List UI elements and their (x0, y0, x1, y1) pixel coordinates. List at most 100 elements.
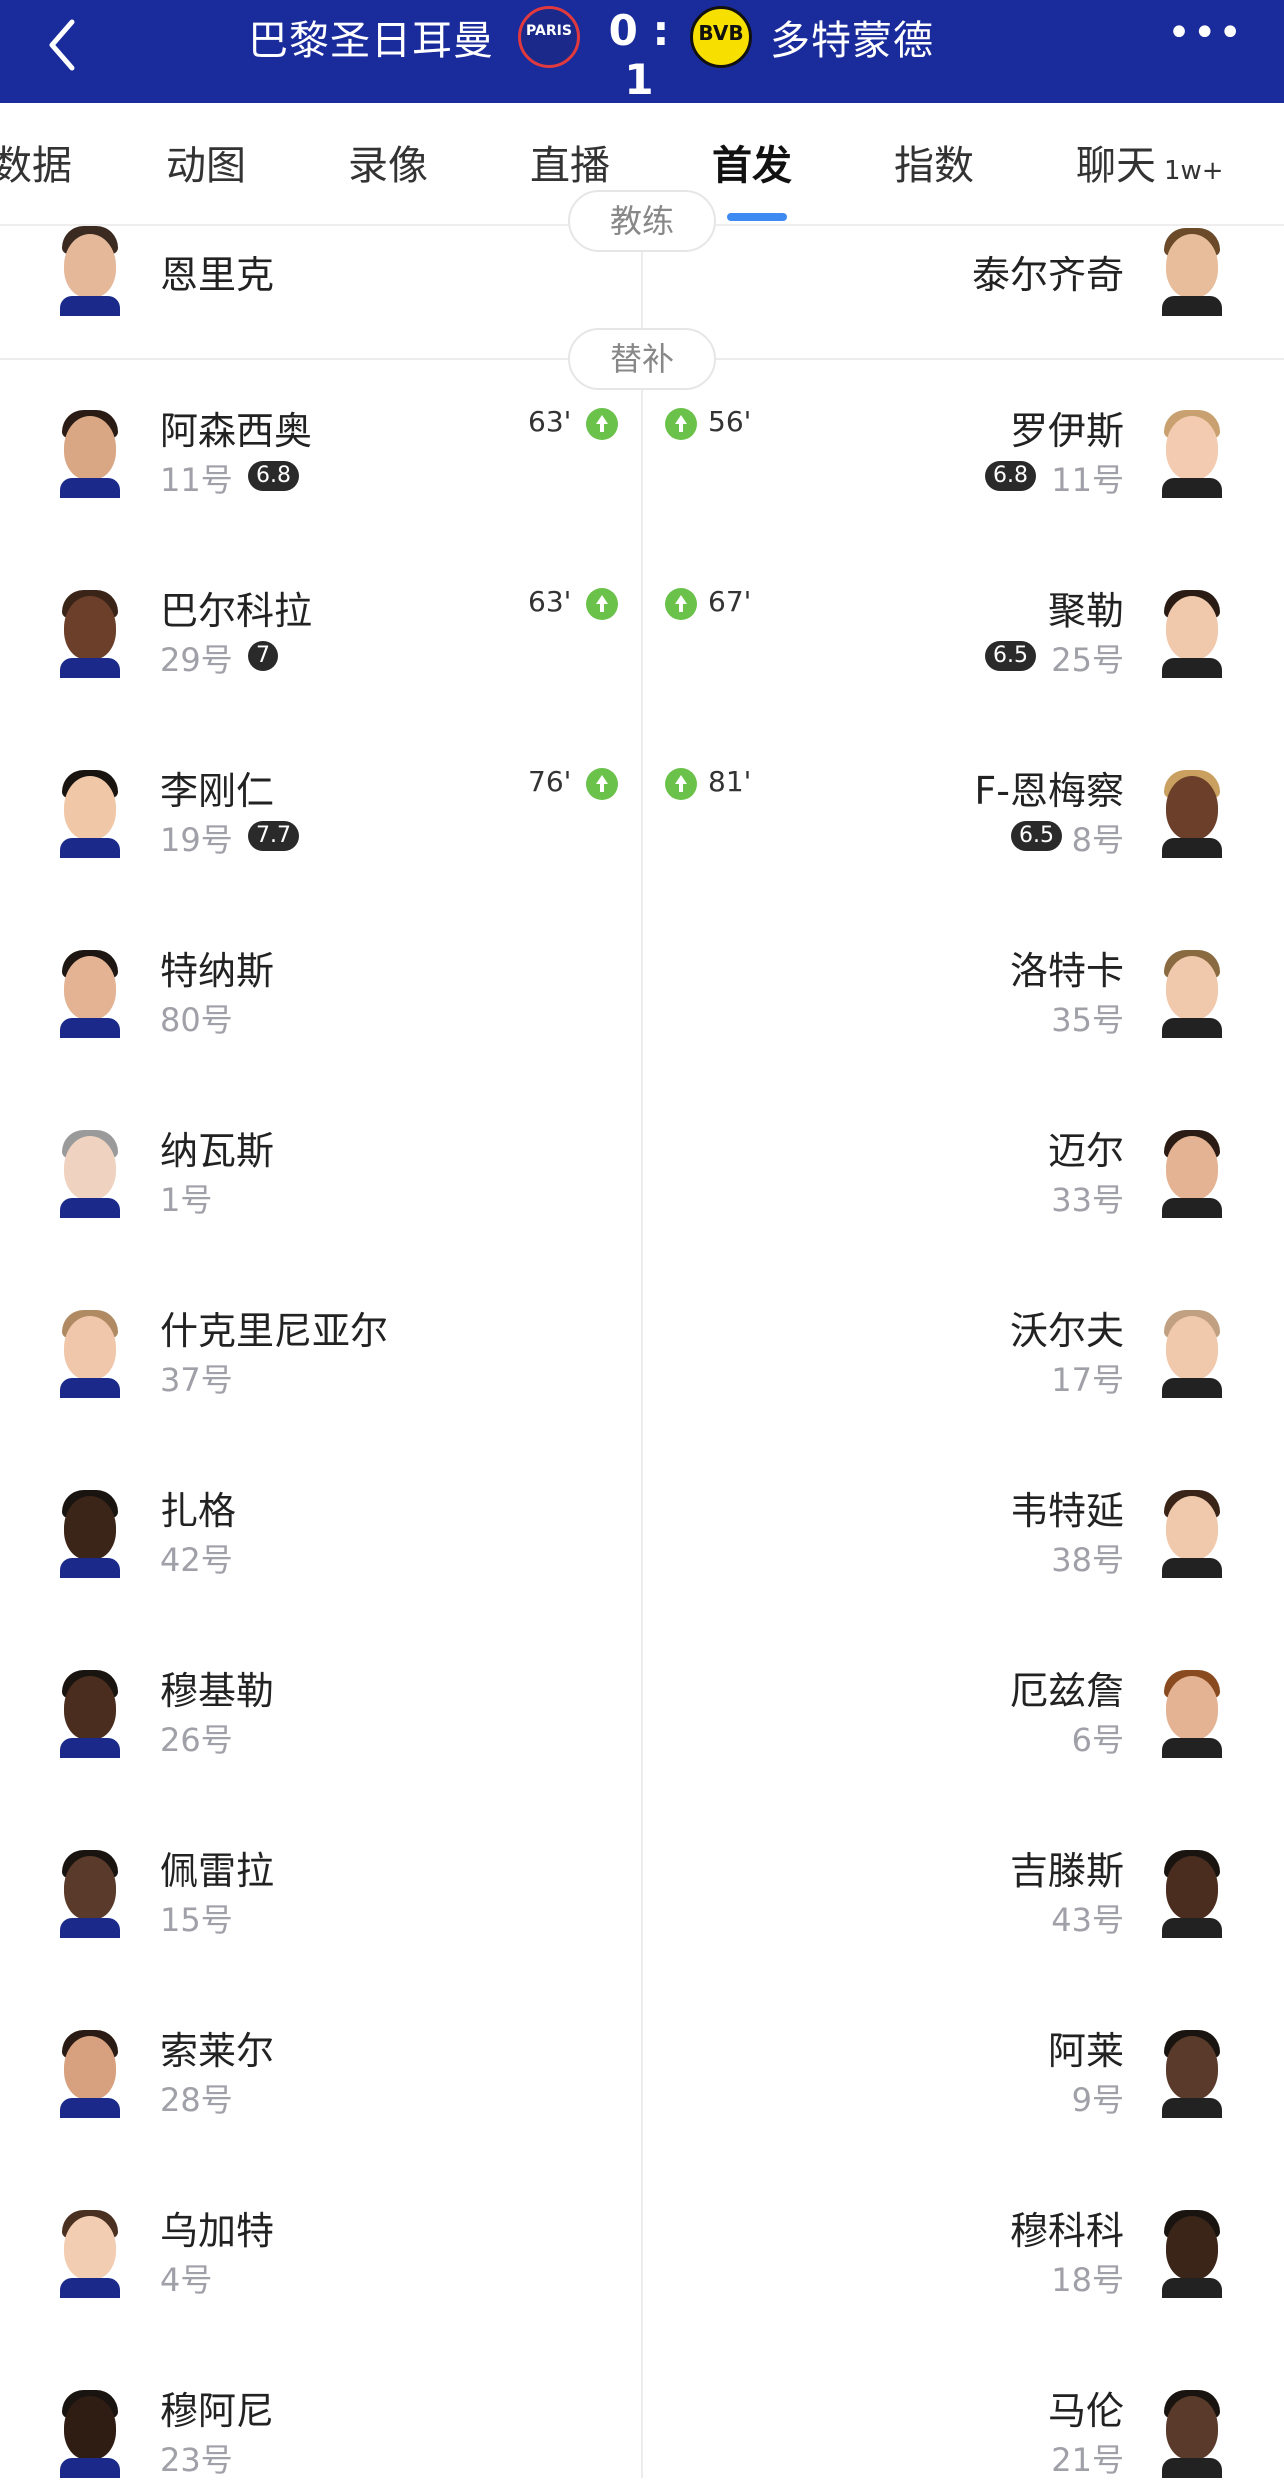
home-sub-number: 11号 (160, 461, 233, 499)
subs-section-label: 替补 (568, 328, 716, 390)
home-sub-name[interactable]: 穆基勒 (160, 1660, 274, 1715)
chat-count-badge: 1w+ (1164, 156, 1224, 186)
away-sub-name[interactable]: 马伦 (1048, 2380, 1124, 2435)
tab-live[interactable]: 直播 (530, 133, 610, 191)
home-sub-avatar[interactable] (58, 948, 122, 1038)
home-sub-name[interactable]: 巴尔科拉 (160, 580, 312, 635)
home-sub-name[interactable]: 索莱尔 (160, 2020, 274, 2075)
away-sub-number: 33号 (1051, 1181, 1124, 1219)
home-sub-name[interactable]: 穆阿尼 (160, 2380, 274, 2435)
away-sub-name[interactable]: 厄兹詹 (1010, 1660, 1124, 1715)
tab-gifs[interactable]: 动图 (166, 133, 246, 191)
sub-on-icon (665, 408, 697, 440)
away-sub-avatar[interactable] (1160, 588, 1224, 678)
home-sub-minute: 63' (528, 405, 572, 438)
away-sub-avatar[interactable] (1160, 1488, 1224, 1578)
away-sub-name[interactable]: 洛特卡 (1010, 940, 1124, 995)
away-sub-avatar[interactable] (1160, 1668, 1224, 1758)
home-sub-avatar[interactable] (58, 1668, 122, 1758)
sub-on-icon (586, 408, 618, 440)
home-team-crest-icon[interactable]: PARIS (518, 6, 580, 68)
away-sub-rating-badge: 6.8 (985, 461, 1036, 491)
home-sub-name[interactable]: 纳瓦斯 (160, 1120, 274, 1175)
home-sub-name[interactable]: 扎格 (160, 1480, 236, 1535)
home-sub-avatar[interactable] (58, 1488, 122, 1578)
home-sub-name[interactable]: 李刚仁 (160, 760, 274, 815)
sub-on-icon (586, 588, 618, 620)
away-team-name[interactable]: 多特蒙德 (770, 8, 934, 66)
home-sub-avatar[interactable] (58, 1128, 122, 1218)
home-sub-avatar[interactable] (58, 1308, 122, 1398)
away-sub-name[interactable]: 吉滕斯 (1010, 1840, 1124, 1895)
away-sub-avatar[interactable] (1160, 1308, 1224, 1398)
away-sub-avatar[interactable] (1160, 768, 1224, 858)
sub-on-icon (665, 768, 697, 800)
away-sub-name[interactable]: 罗伊斯 (1010, 400, 1124, 455)
home-team-name[interactable]: 巴黎圣日耳曼 (248, 8, 494, 66)
away-sub-number: 35号 (1051, 1001, 1124, 1039)
home-sub-avatar[interactable] (58, 588, 122, 678)
away-team-crest-icon[interactable]: BVB (690, 6, 752, 68)
scoreline: 巴黎圣日耳曼 PARIS 0 : 1 BVB 多特蒙德 (0, 0, 1284, 103)
away-sub-number: 17号 (1051, 1361, 1124, 1399)
home-sub-number: 19号 (160, 821, 233, 859)
home-sub-avatar[interactable] (58, 1848, 122, 1938)
home-sub-avatar[interactable] (58, 2208, 122, 2298)
away-sub-avatar[interactable] (1160, 2208, 1224, 2298)
away-sub-rating-badge: 6.5 (1011, 821, 1062, 851)
score: 0 : 1 (608, 6, 670, 103)
home-sub-number: 4号 (160, 2261, 213, 2299)
away-sub-number: 38号 (1051, 1541, 1124, 1579)
away-coach-name[interactable]: 泰尔齐奇 (972, 244, 1124, 299)
match-header: 巴黎圣日耳曼 PARIS 0 : 1 BVB 多特蒙德 ••• (0, 0, 1284, 103)
home-sub-avatar[interactable] (58, 2028, 122, 2118)
home-sub-number: 28号 (160, 2081, 233, 2119)
away-sub-name[interactable]: 聚勒 (1048, 580, 1124, 635)
away-coach-avatar[interactable] (1160, 226, 1224, 316)
away-sub-avatar[interactable] (1160, 408, 1224, 498)
home-sub-rating-badge: 6.8 (248, 461, 299, 491)
away-sub-name[interactable]: 阿莱 (1048, 2020, 1124, 2075)
home-sub-name[interactable]: 乌加特 (160, 2200, 274, 2255)
away-sub-avatar[interactable] (1160, 1128, 1224, 1218)
more-options-icon[interactable]: ••• (1167, 10, 1244, 56)
away-sub-name[interactable]: F-恩梅察 (974, 760, 1124, 815)
away-sub-number: 9号 (1071, 2081, 1124, 2119)
home-coach-avatar[interactable] (58, 226, 122, 316)
away-sub-number: 21号 (1051, 2441, 1124, 2479)
home-sub-number: 80号 (160, 1001, 233, 1039)
away-sub-name[interactable]: 迈尔 (1048, 1120, 1124, 1175)
away-sub-avatar[interactable] (1160, 948, 1224, 1038)
away-sub-avatar[interactable] (1160, 2028, 1224, 2118)
active-tab-indicator (727, 213, 787, 221)
tab-chat-label: 聊天 (1076, 143, 1156, 189)
tab-stats[interactable]: 数据 (0, 133, 72, 191)
sub-on-icon (665, 588, 697, 620)
away-sub-name[interactable]: 穆科科 (1010, 2200, 1124, 2255)
home-sub-rating-badge: 7 (248, 641, 278, 671)
tab-replays[interactable]: 录像 (348, 133, 428, 191)
home-sub-name[interactable]: 佩雷拉 (160, 1840, 274, 1895)
home-sub-number: 29号 (160, 641, 233, 679)
home-sub-avatar[interactable] (58, 2388, 122, 2478)
home-sub-name[interactable]: 什克里尼亚尔 (160, 1300, 388, 1355)
away-sub-number: 25号 (1051, 641, 1124, 679)
away-sub-avatar[interactable] (1160, 2388, 1224, 2478)
away-sub-name[interactable]: 沃尔夫 (1010, 1300, 1124, 1355)
home-sub-name[interactable]: 阿森西奥 (160, 400, 312, 455)
center-divider (641, 226, 643, 2478)
away-sub-avatar[interactable] (1160, 1848, 1224, 1938)
home-sub-avatar[interactable] (58, 408, 122, 498)
home-sub-name[interactable]: 特纳斯 (160, 940, 274, 995)
coach-section-label: 教练 (568, 190, 716, 252)
away-sub-number: 6号 (1071, 1721, 1124, 1759)
home-sub-avatar[interactable] (58, 768, 122, 858)
away-sub-name[interactable]: 韦特延 (1010, 1480, 1124, 1535)
tab-chat[interactable]: 聊天 1w+ (1076, 133, 1224, 191)
home-coach-name[interactable]: 恩里克 (160, 244, 274, 299)
away-sub-minute: 67' (708, 585, 752, 618)
away-sub-rating-badge: 6.5 (985, 641, 1036, 671)
home-sub-number: 23号 (160, 2441, 233, 2479)
tab-odds[interactable]: 指数 (894, 133, 974, 191)
tab-lineups[interactable]: 首发 (712, 133, 792, 191)
